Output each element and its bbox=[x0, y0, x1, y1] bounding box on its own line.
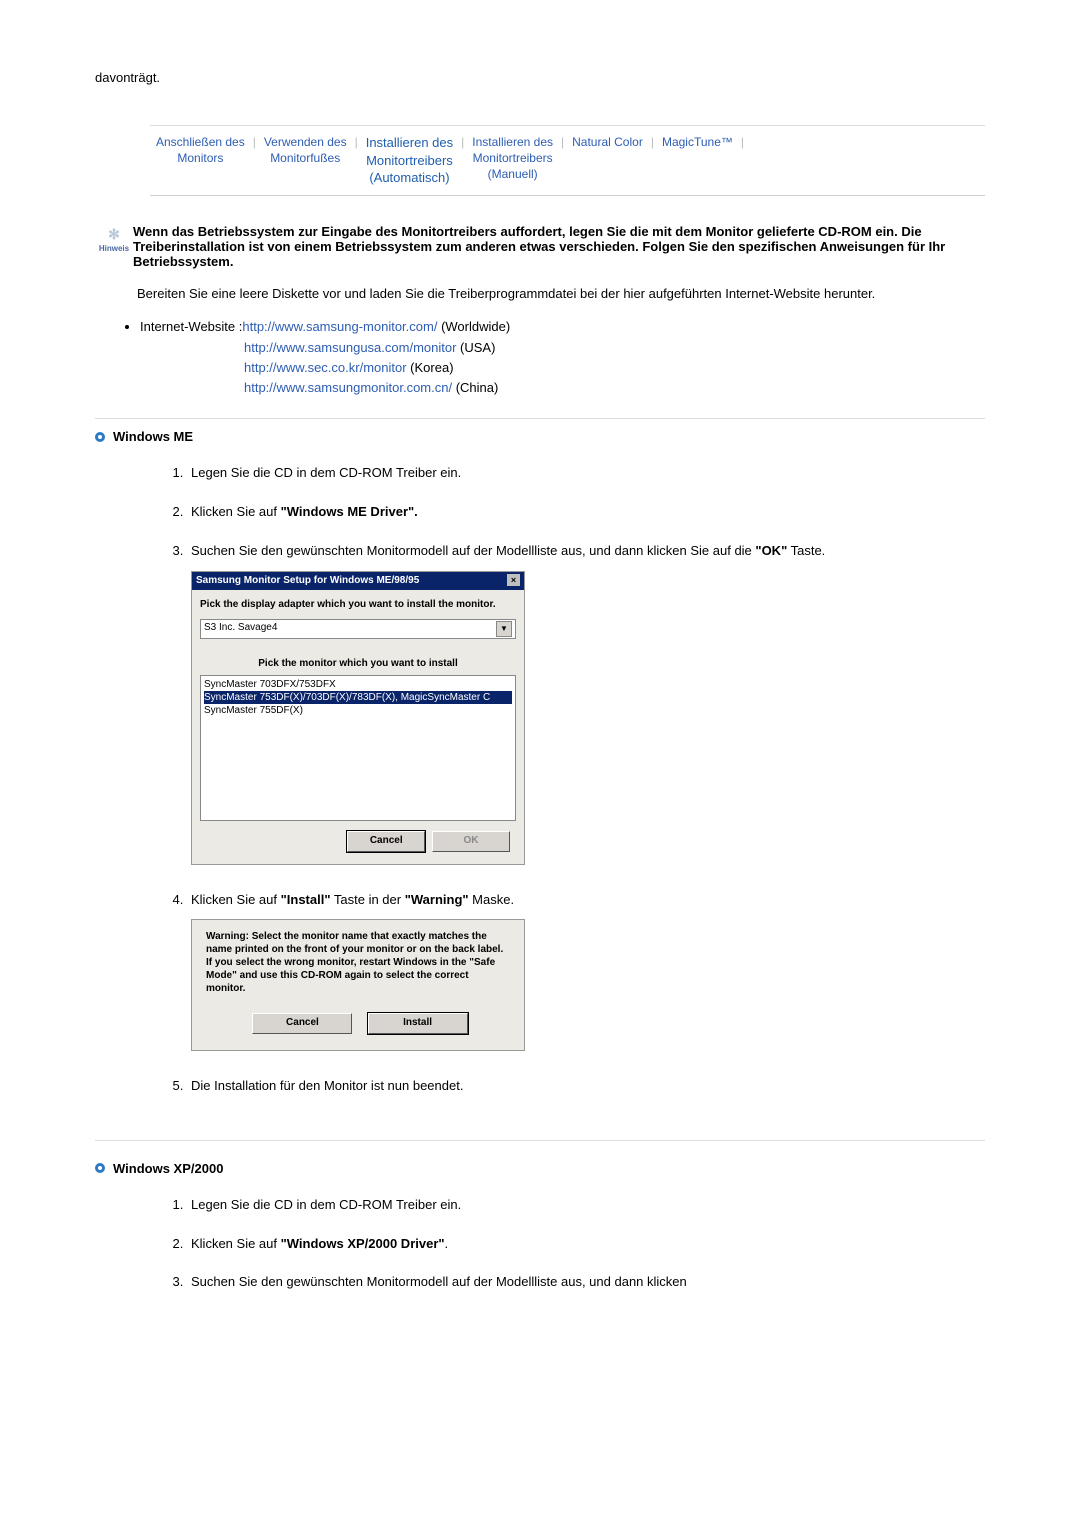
adapter-select[interactable]: S3 Inc. Savage4 ▼ bbox=[200, 619, 516, 639]
step-item: Klicken Sie auf "Windows XP/2000 Driver"… bbox=[187, 1229, 985, 1268]
tab-label: (Manuell) bbox=[488, 167, 538, 181]
install-button[interactable]: Install bbox=[368, 1013, 468, 1034]
site-suffix: (USA) bbox=[456, 340, 495, 355]
step-text-bold: "OK" bbox=[755, 543, 787, 558]
step-text: Klicken Sie auf bbox=[191, 1236, 281, 1251]
step-text: Suchen Sie den gewünschten Monitormodell… bbox=[191, 1274, 687, 1289]
steps-windows-me: Legen Sie die CD in dem CD-ROM Treiber e… bbox=[165, 458, 985, 1110]
dropdown-arrow-icon[interactable]: ▼ bbox=[496, 621, 512, 637]
tab-separator: | bbox=[459, 134, 466, 150]
section-windows-xp: Windows XP/2000 bbox=[95, 1161, 985, 1176]
tab-label: (Automatisch) bbox=[369, 170, 449, 185]
section-windows-me: Windows ME bbox=[95, 418, 985, 444]
tab-natural-color[interactable]: Natural Color bbox=[566, 134, 649, 150]
step-text: Suchen Sie den gewünschten Monitormodell… bbox=[191, 543, 755, 558]
tab-separator: | bbox=[353, 134, 360, 150]
step-text: Klicken Sie auf bbox=[191, 504, 281, 519]
tab-connect-monitor[interactable]: Anschließen des Monitors bbox=[150, 134, 251, 166]
tab-magictune[interactable]: MagicTune™ bbox=[656, 134, 739, 150]
step-item: Die Installation für den Monitor ist nun… bbox=[187, 1071, 985, 1110]
dialog-monitor-setup: Samsung Monitor Setup for Windows ME/98/… bbox=[191, 571, 525, 865]
adapter-label: Pick the display adapter which you want … bbox=[200, 598, 516, 613]
tab-label: Monitortreibers bbox=[473, 151, 553, 165]
cancel-button[interactable]: Cancel bbox=[252, 1013, 352, 1034]
warning-text: Warning: Select the monitor name that ex… bbox=[206, 930, 510, 995]
step-item: Suchen Sie den gewünschten Monitormodell… bbox=[187, 536, 985, 885]
note-label: Hinweis bbox=[99, 244, 129, 253]
section-title: Windows XP/2000 bbox=[113, 1161, 223, 1176]
site-suffix: (Korea) bbox=[407, 360, 454, 375]
tab-separator: | bbox=[251, 134, 258, 150]
tab-label: Natural Color bbox=[572, 135, 643, 149]
tab-label: Monitors bbox=[177, 151, 223, 165]
list-item[interactable]: SyncMaster 703DFX/753DFX bbox=[204, 678, 512, 691]
step-text: Taste in der bbox=[331, 892, 405, 907]
tab-label: MagicTune™ bbox=[662, 135, 733, 149]
site-label: Internet-Website : bbox=[140, 319, 242, 334]
step-text: Legen Sie die CD in dem CD-ROM Treiber e… bbox=[191, 465, 461, 480]
internet-site-row: Internet-Website :http://www.samsung-mon… bbox=[140, 317, 985, 337]
link-worldwide[interactable]: http://www.samsung-monitor.com/ bbox=[242, 319, 437, 334]
tab-driver-manual[interactable]: Installieren des Monitortreibers (Manuel… bbox=[466, 134, 559, 183]
tab-separator: | bbox=[739, 134, 746, 150]
step-text: Legen Sie die CD in dem CD-ROM Treiber e… bbox=[191, 1197, 461, 1212]
tab-separator: | bbox=[559, 134, 566, 150]
dialog-warning: Warning: Select the monitor name that ex… bbox=[191, 919, 525, 1051]
section-divider bbox=[95, 1140, 985, 1141]
note-text: Wenn das Betriebssystem zur Eingabe des … bbox=[133, 224, 985, 269]
tab-label: Anschließen des bbox=[156, 135, 245, 149]
step-item: Klicken Sie auf "Windows ME Driver". bbox=[187, 497, 985, 536]
step-text-bold: "Windows XP/2000 Driver" bbox=[281, 1236, 445, 1251]
cancel-button[interactable]: Cancel bbox=[347, 831, 425, 852]
link-usa[interactable]: http://www.samsungusa.com/monitor bbox=[244, 340, 456, 355]
list-item[interactable]: SyncMaster 755DF(X) bbox=[204, 704, 512, 717]
list-item-selected[interactable]: SyncMaster 753DF(X)/703DF(X)/783DF(X), M… bbox=[204, 691, 512, 704]
monitor-listbox[interactable]: SyncMaster 703DFX/753DFX SyncMaster 753D… bbox=[200, 675, 516, 821]
dialog-titlebar: Samsung Monitor Setup for Windows ME/98/… bbox=[192, 572, 524, 591]
step-text-bold: "Warning" bbox=[405, 892, 469, 907]
bullet-icon bbox=[95, 1163, 105, 1173]
page-fragment-top: davonträgt. bbox=[95, 70, 985, 85]
close-icon[interactable]: × bbox=[507, 574, 520, 586]
step-text-bold: "Windows ME Driver". bbox=[281, 504, 418, 519]
step-item: Legen Sie die CD in dem CD-ROM Treiber e… bbox=[187, 1190, 985, 1229]
dialog-title: Samsung Monitor Setup for Windows ME/98/… bbox=[196, 574, 419, 589]
step-item: Suchen Sie den gewünschten Monitormodell… bbox=[187, 1267, 985, 1306]
step-text: . bbox=[445, 1236, 449, 1251]
adapter-value: S3 Inc. Savage4 bbox=[204, 621, 277, 636]
step-text: Klicken Sie auf bbox=[191, 892, 281, 907]
tab-label: Installieren des bbox=[472, 135, 553, 149]
step-text: Maske. bbox=[469, 892, 515, 907]
step-item: Legen Sie die CD in dem CD-ROM Treiber e… bbox=[187, 458, 985, 497]
steps-windows-xp: Legen Sie die CD in dem CD-ROM Treiber e… bbox=[165, 1190, 985, 1307]
step-text-bold: "Install" bbox=[281, 892, 331, 907]
tab-separator: | bbox=[649, 134, 656, 150]
tab-label: Monitortreibers bbox=[366, 153, 453, 168]
link-china[interactable]: http://www.samsungmonitor.com.cn/ bbox=[244, 380, 452, 395]
tab-label: Verwenden des bbox=[264, 135, 347, 149]
tab-driver-auto[interactable]: Installieren des Monitortreibers (Automa… bbox=[360, 134, 459, 187]
ok-button[interactable]: OK bbox=[432, 831, 510, 852]
link-korea[interactable]: http://www.sec.co.kr/monitor bbox=[244, 360, 407, 375]
step-text: Die Installation für den Monitor ist nun… bbox=[191, 1078, 463, 1093]
site-suffix: (China) bbox=[452, 380, 498, 395]
step-text: Taste. bbox=[787, 543, 825, 558]
note-icon: ✻ Hinweis bbox=[95, 224, 133, 269]
gear-icon: ✻ bbox=[108, 226, 120, 243]
tab-label: Monitorfußes bbox=[270, 151, 340, 165]
prepare-text: Bereiten Sie eine leere Diskette vor und… bbox=[137, 285, 985, 304]
step-item: Klicken Sie auf "Install" Taste in der "… bbox=[187, 885, 985, 1071]
site-suffix: (Worldwide) bbox=[437, 319, 510, 334]
section-tabs: Anschließen des Monitors | Verwenden des… bbox=[150, 125, 985, 196]
tab-monitor-stand[interactable]: Verwenden des Monitorfußes bbox=[258, 134, 353, 166]
tab-label: Installieren des bbox=[366, 135, 453, 150]
monitor-list-label: Pick the monitor which you want to insta… bbox=[200, 657, 516, 672]
section-title: Windows ME bbox=[113, 429, 193, 444]
bullet-icon bbox=[95, 432, 105, 442]
